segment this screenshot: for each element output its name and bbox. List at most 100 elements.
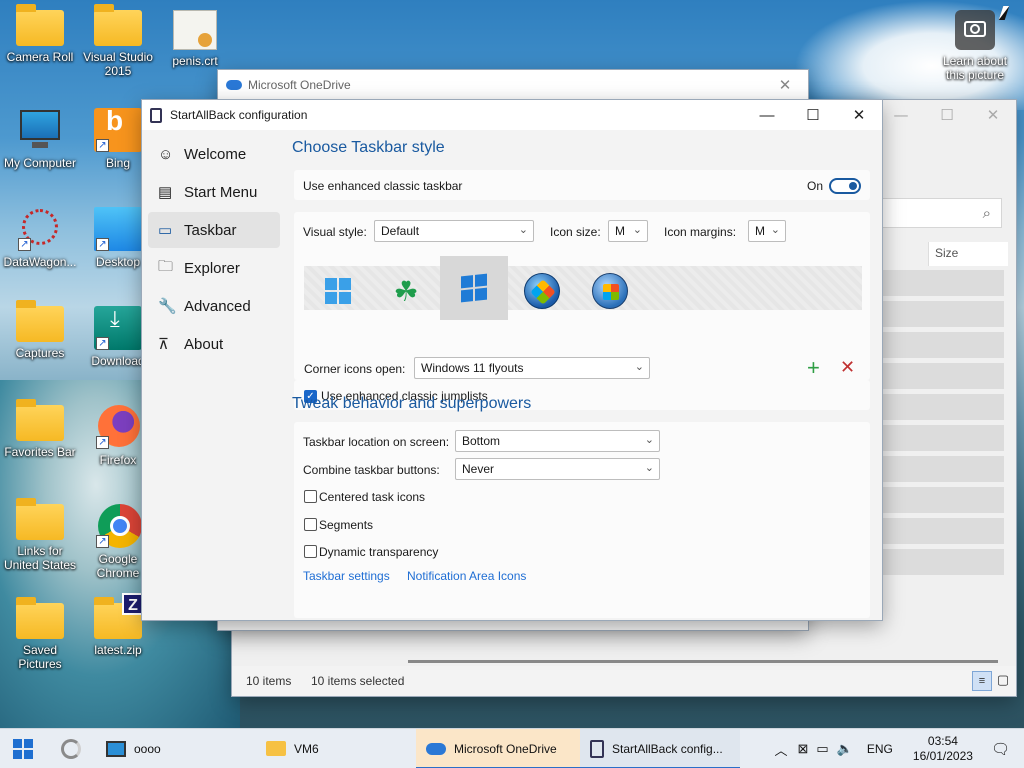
section-title-taskbar-style: Choose Taskbar style (292, 139, 445, 156)
segments-label: Segments (319, 518, 374, 532)
maximize-button[interactable]: ☐ (924, 100, 970, 130)
app-icon (590, 739, 604, 758)
icon-margins-label: Icon margins: (664, 225, 737, 239)
enhanced-taskbar-toggle[interactable] (829, 178, 861, 194)
minimize-button[interactable]: — (744, 100, 790, 130)
start-menu-icon: ▤ (158, 184, 173, 201)
search-box[interactable]: ⌕ (882, 198, 1002, 228)
tablet-icon[interactable]: ⊠ (793, 741, 812, 757)
toggle-state-label: On (807, 179, 824, 193)
desktop-icon-favorites-bar[interactable]: Favorites Bar (0, 399, 80, 459)
minimize-button[interactable]: — (878, 100, 924, 130)
nav-explorer[interactable]: 🗀 Explorer (148, 250, 280, 286)
style-option-win11[interactable] (304, 266, 372, 316)
tiles-view-icon[interactable]: ▢ (994, 671, 1012, 689)
sidebar: ☺ Welcome ▤ Start Menu ▭ Taskbar 🗀 Explo… (142, 130, 286, 620)
start-button[interactable] (0, 729, 46, 768)
dynamic-transparency-checkbox[interactable] (304, 545, 317, 558)
section-title-tweak: Tweak behavior and superpowers (292, 395, 532, 412)
main-panel: Choose Taskbar style Use enhanced classi… (292, 130, 882, 620)
remove-icon[interactable]: ✕ (840, 357, 855, 378)
taskbar-style-picker: ☘ (304, 256, 862, 320)
nav-advanced[interactable]: 🔧 Advanced (148, 288, 280, 324)
nav-taskbar[interactable]: ▭ Taskbar (148, 212, 280, 248)
column-header-size[interactable]: Size (928, 242, 1008, 266)
visual-style-label: Visual style: (303, 225, 367, 239)
taskbar-item-onedrive[interactable]: Microsoft OneDrive (416, 728, 580, 768)
desktop-icon-saved-pictures[interactable]: Saved Pictures (0, 597, 80, 671)
folder-icon (16, 498, 64, 540)
taskbar: oooo VM6 Microsoft OneDrive StartAllBack… (0, 728, 1024, 768)
search-icon: ⌕ (982, 204, 991, 222)
clover-icon: ☘ (393, 274, 419, 308)
desktop-icon-captures[interactable]: Captures (0, 300, 80, 360)
style-option-win7[interactable] (508, 266, 576, 316)
nav-about[interactable]: ⊼ About (148, 326, 280, 362)
icon-size-select[interactable]: M ⌄ (608, 220, 648, 242)
desktop-icon-links[interactable]: Links for United States (0, 498, 80, 572)
desktop-icon-visual-studio[interactable]: Visual Studio 2015 (78, 4, 158, 78)
monitor-icon (106, 740, 126, 757)
corner-icons-select[interactable]: Windows 11 flyouts ⌄ (414, 357, 650, 379)
enhanced-taskbar-card: Use enhanced classic taskbar On (294, 170, 870, 200)
title-bar[interactable]: StartAllBack configuration — ☐ ✕ (142, 100, 882, 130)
onedrive-icon (226, 80, 242, 90)
windows-logo-icon (13, 738, 33, 759)
segments-checkbox[interactable] (304, 518, 317, 531)
desktop-icon-camera-roll[interactable]: Camera Roll (0, 4, 80, 64)
edge-button[interactable] (46, 729, 96, 768)
nav-welcome[interactable]: ☺ Welcome (148, 136, 280, 172)
combine-buttons-select[interactable]: Never ⌄ (455, 458, 660, 480)
chevron-down-icon: ⌄ (644, 462, 654, 474)
icon-size-label: Icon size: (550, 225, 601, 239)
style-option-vista[interactable] (576, 266, 644, 316)
horizontal-scrollbar[interactable] (408, 660, 998, 663)
icon-margins-select[interactable]: M ⌄ (748, 220, 786, 242)
language-indicator[interactable]: ENG (857, 742, 903, 756)
chevron-down-icon: ⌄ (518, 224, 528, 236)
notification-area-link[interactable]: Notification Area Icons (407, 569, 526, 583)
chevron-up-icon[interactable]: ︿ (768, 740, 793, 759)
about-icon: ⊼ (158, 336, 169, 353)
desktop-icon-my-computer[interactable]: My Computer (0, 108, 80, 170)
file-list[interactable] (882, 270, 1004, 580)
onedrive-close-button[interactable]: ✕ (762, 70, 808, 100)
corner-icons-label: Corner icons open: (304, 362, 406, 376)
visual-style-select[interactable]: Default ⌄ (374, 220, 534, 242)
volume-icon[interactable]: 🔈 (833, 741, 857, 757)
chrome-icon: ↗ (94, 504, 142, 548)
taskbar-item-vm6[interactable]: VM6 (256, 729, 416, 768)
behavior-card: Taskbar location on screen: Bottom ⌄ Comb… (294, 422, 870, 618)
datawagon-icon: ↗ (16, 207, 64, 251)
nav-start-menu[interactable]: ▤ Start Menu (148, 174, 280, 210)
taskbar-item-oooo[interactable]: oooo (96, 729, 256, 768)
spotlight-learn-about[interactable]: Learn about this picture (935, 10, 1015, 82)
taskbar-location-select[interactable]: Bottom ⌄ (455, 430, 660, 452)
startallback-window[interactable]: StartAllBack configuration — ☐ ✕ ☺ Welco… (142, 100, 882, 620)
centered-icons-label: Centered task icons (319, 490, 426, 504)
add-icon[interactable]: + (807, 355, 820, 381)
notification-icon[interactable]: 🗨 (983, 740, 1024, 758)
edge-icon (61, 738, 81, 759)
download-folder-icon: ⤓ ↗ (94, 306, 142, 350)
clock[interactable]: 03:54 16/01/2023 (903, 734, 983, 764)
clock-date: 16/01/2023 (912, 749, 973, 763)
close-button[interactable]: ✕ (970, 100, 1016, 130)
chevron-down-icon: ⌄ (644, 434, 654, 446)
style-option-clover[interactable]: ☘ (372, 266, 440, 316)
desktop-icon-penis-crt[interactable]: penis.crt (155, 10, 235, 68)
vista-orb-icon (592, 273, 628, 309)
chevron-down-icon: ⌄ (770, 224, 780, 236)
dynamic-transparency-label: Dynamic transparency (319, 545, 439, 559)
desktop-icon-datawagon[interactable]: ↗ DataWagon... (0, 207, 80, 269)
close-button[interactable]: ✕ (836, 100, 882, 130)
taskbar-settings-link[interactable]: Taskbar settings (303, 569, 390, 583)
style-option-win10[interactable] (440, 256, 508, 320)
taskbar-item-startallback[interactable]: StartAllBack config... (580, 728, 740, 768)
details-view-icon[interactable]: ≡ (972, 671, 992, 691)
folder-icon: 🗀 (158, 257, 174, 275)
smile-icon: ☺ (158, 145, 174, 163)
network-icon[interactable]: ▭ (812, 741, 832, 757)
maximize-button[interactable]: ☐ (790, 100, 836, 130)
centered-icons-checkbox[interactable] (304, 490, 317, 503)
